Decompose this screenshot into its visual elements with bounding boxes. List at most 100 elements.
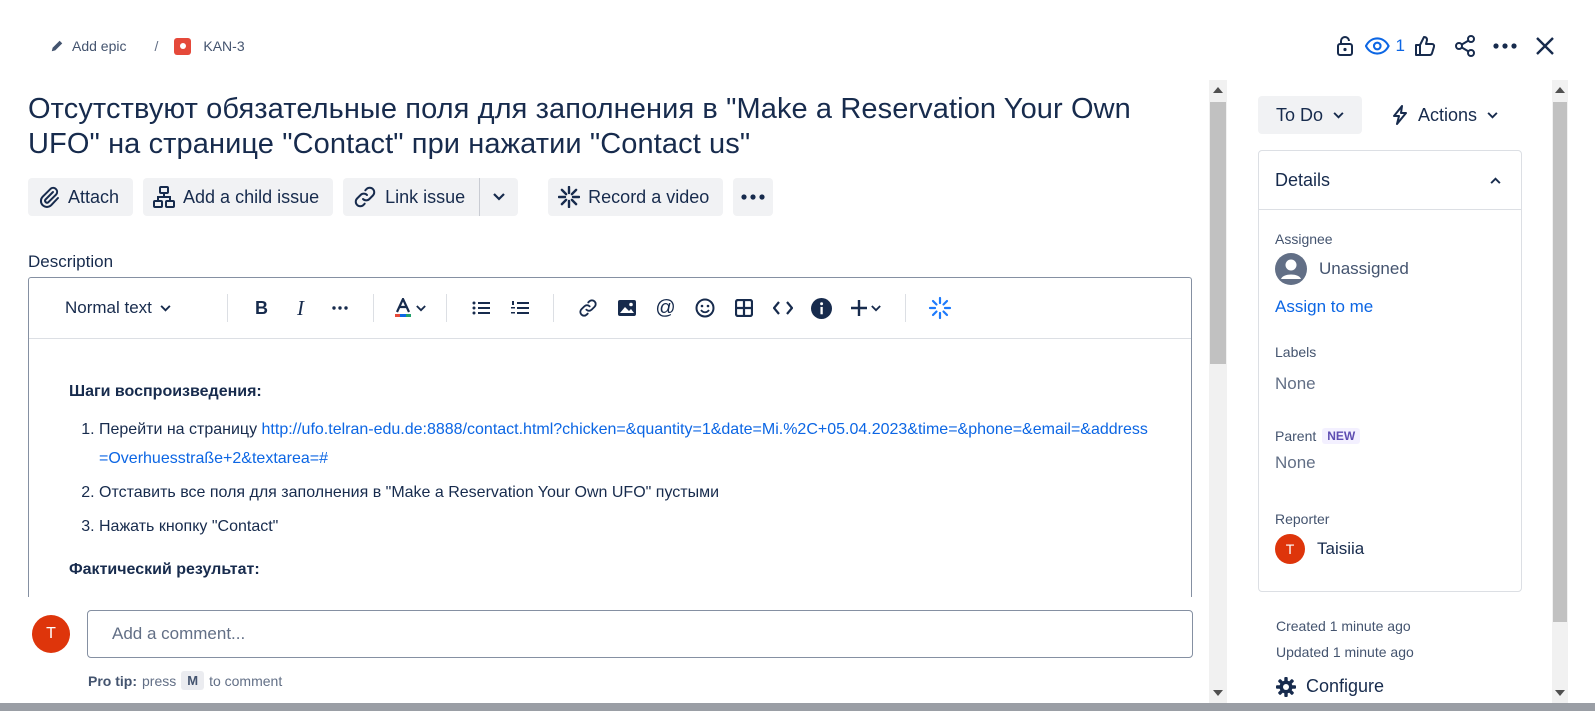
table-icon[interactable] [724, 292, 763, 324]
scrollbar-thumb[interactable] [1210, 102, 1226, 364]
avatar: T [1275, 534, 1305, 564]
link-issue-button[interactable]: Link issue [343, 178, 481, 216]
thumbs-up-icon[interactable] [1405, 32, 1445, 60]
text-style-label: Normal text [65, 298, 152, 317]
link-issue-split-button: Link issue [343, 178, 519, 216]
scroll-up-arrow[interactable] [1555, 87, 1565, 93]
link-icon [354, 186, 376, 208]
add-child-label: Add a child issue [183, 186, 320, 207]
scroll-up-arrow[interactable] [1213, 87, 1223, 93]
window-bottom-border [0, 703, 1595, 723]
hierarchy-icon [153, 186, 176, 208]
issue-title[interactable]: Отсутствуют обязательные поля для заполн… [28, 92, 1188, 162]
more-formatting-icon[interactable] [320, 292, 359, 324]
mention-icon[interactable]: @ [646, 292, 685, 324]
scroll-down-arrow[interactable] [1555, 690, 1565, 696]
status-label: To Do [1275, 104, 1324, 125]
step1-text: Перейти на страницу [99, 421, 262, 438]
watch-button[interactable]: 1 [1365, 32, 1405, 60]
protip-key: M [181, 671, 205, 690]
actions-label: Actions [1417, 104, 1478, 125]
list-item: Перейти на страницу http://ufo.telran-ed… [99, 415, 1151, 473]
add-epic-link[interactable]: Add epic [50, 38, 126, 54]
lock-icon[interactable] [1325, 32, 1365, 60]
labels-value[interactable]: None [1275, 374, 1316, 394]
chevron-down-icon [1333, 111, 1344, 119]
bug-icon [174, 37, 192, 55]
assignee-value: Unassigned [1319, 259, 1409, 278]
add-epic-label: Add epic [72, 38, 127, 54]
chevron-up-icon [1490, 176, 1501, 184]
sidebar-scrollbar[interactable] [1552, 80, 1568, 703]
reporter-name: Taisiia [1317, 539, 1365, 558]
italic-icon[interactable]: I [281, 292, 320, 324]
status-dropdown[interactable]: To Do [1258, 96, 1362, 134]
loom-icon [558, 186, 581, 208]
assignee-label: Assignee [1275, 231, 1333, 247]
emoji-icon[interactable] [685, 292, 724, 324]
parent-value[interactable]: None [1275, 453, 1316, 473]
user-icon [1275, 253, 1307, 285]
editor-toolbar: Normal text B I @ [29, 278, 1191, 339]
link-issue-label: Link issue [385, 186, 466, 207]
eye-icon [1365, 37, 1390, 55]
lightning-icon [1392, 105, 1407, 125]
details-header[interactable]: Details [1259, 151, 1521, 210]
assignee-field[interactable]: Unassigned [1275, 253, 1409, 285]
created-timestamp: Created 1 minute ago [1276, 618, 1411, 634]
protip-label: Pro tip: [88, 672, 137, 689]
record-video-button[interactable]: Record a video [548, 178, 724, 216]
actions-dropdown[interactable]: Actions [1378, 96, 1512, 134]
steps-list: Перейти на страницу http://ufo.telran-ed… [69, 415, 1151, 541]
chevron-down-icon [160, 304, 171, 312]
description-editor[interactable]: Normal text B I @ Шаги воспроизведения: … [28, 277, 1192, 597]
pencil-icon [51, 40, 63, 52]
chevron-down-icon[interactable] [480, 178, 518, 216]
attach-button[interactable]: Attach [28, 178, 134, 216]
protip-suffix: to comment [209, 672, 283, 689]
avatar: T [32, 615, 70, 653]
list-item: Нажать кнопку "Contact" [99, 512, 1151, 541]
text-color-icon[interactable] [388, 292, 432, 324]
add-child-issue-button[interactable]: Add a child issue [143, 178, 334, 216]
bullet-list-icon[interactable] [461, 292, 500, 324]
main-scrollbar[interactable] [1209, 80, 1227, 703]
configure-button[interactable]: Configure [1276, 676, 1384, 697]
toolbar-divider [446, 294, 447, 322]
details-title: Details [1275, 169, 1331, 190]
insert-plus-icon[interactable] [841, 292, 891, 324]
configure-label: Configure [1306, 676, 1385, 696]
paperclip-icon [40, 186, 59, 208]
code-icon[interactable] [763, 292, 802, 324]
issue-toolbar: Attach Add a child issue Link issue Reco… [28, 178, 774, 216]
more-icon[interactable] [1485, 32, 1525, 60]
bold-icon[interactable]: B [242, 292, 281, 324]
image-icon[interactable] [607, 292, 646, 324]
description-content[interactable]: Шаги воспроизведения: Перейти на страниц… [29, 339, 1191, 579]
issue-key-link[interactable]: KAN-3 [203, 38, 244, 54]
toolbar-divider [905, 294, 906, 322]
new-badge: NEW [1322, 428, 1361, 444]
text-style-dropdown[interactable]: Normal text [65, 298, 213, 318]
more-actions-button[interactable] [733, 178, 774, 216]
comment-input[interactable]: Add a comment... [87, 610, 1193, 658]
scrollbar-thumb[interactable] [1553, 102, 1567, 622]
more-icon [741, 194, 765, 200]
link-icon[interactable] [568, 292, 607, 324]
actual-result-heading: Фактический результат: [69, 561, 260, 578]
numbered-list-icon[interactable] [500, 292, 539, 324]
protip-press: press [142, 672, 177, 689]
scroll-down-arrow[interactable] [1213, 690, 1223, 696]
ai-sparkle-icon[interactable] [920, 292, 959, 324]
reporter-field[interactable]: T Taisiia [1275, 534, 1364, 564]
gear-icon [1276, 676, 1296, 697]
close-icon[interactable] [1525, 32, 1565, 60]
toolbar-divider [227, 294, 228, 322]
labels-label: Labels [1275, 344, 1317, 360]
info-panel-icon[interactable] [802, 292, 841, 324]
details-panel: Details Assignee Unassigned Assign to me… [1258, 150, 1522, 592]
share-icon[interactable] [1445, 32, 1485, 60]
steps-heading: Шаги воспроизведения: [69, 383, 262, 400]
assign-to-me-link[interactable]: Assign to me [1275, 297, 1373, 317]
breadcrumb: Add epic / KAN-3 [50, 36, 245, 56]
